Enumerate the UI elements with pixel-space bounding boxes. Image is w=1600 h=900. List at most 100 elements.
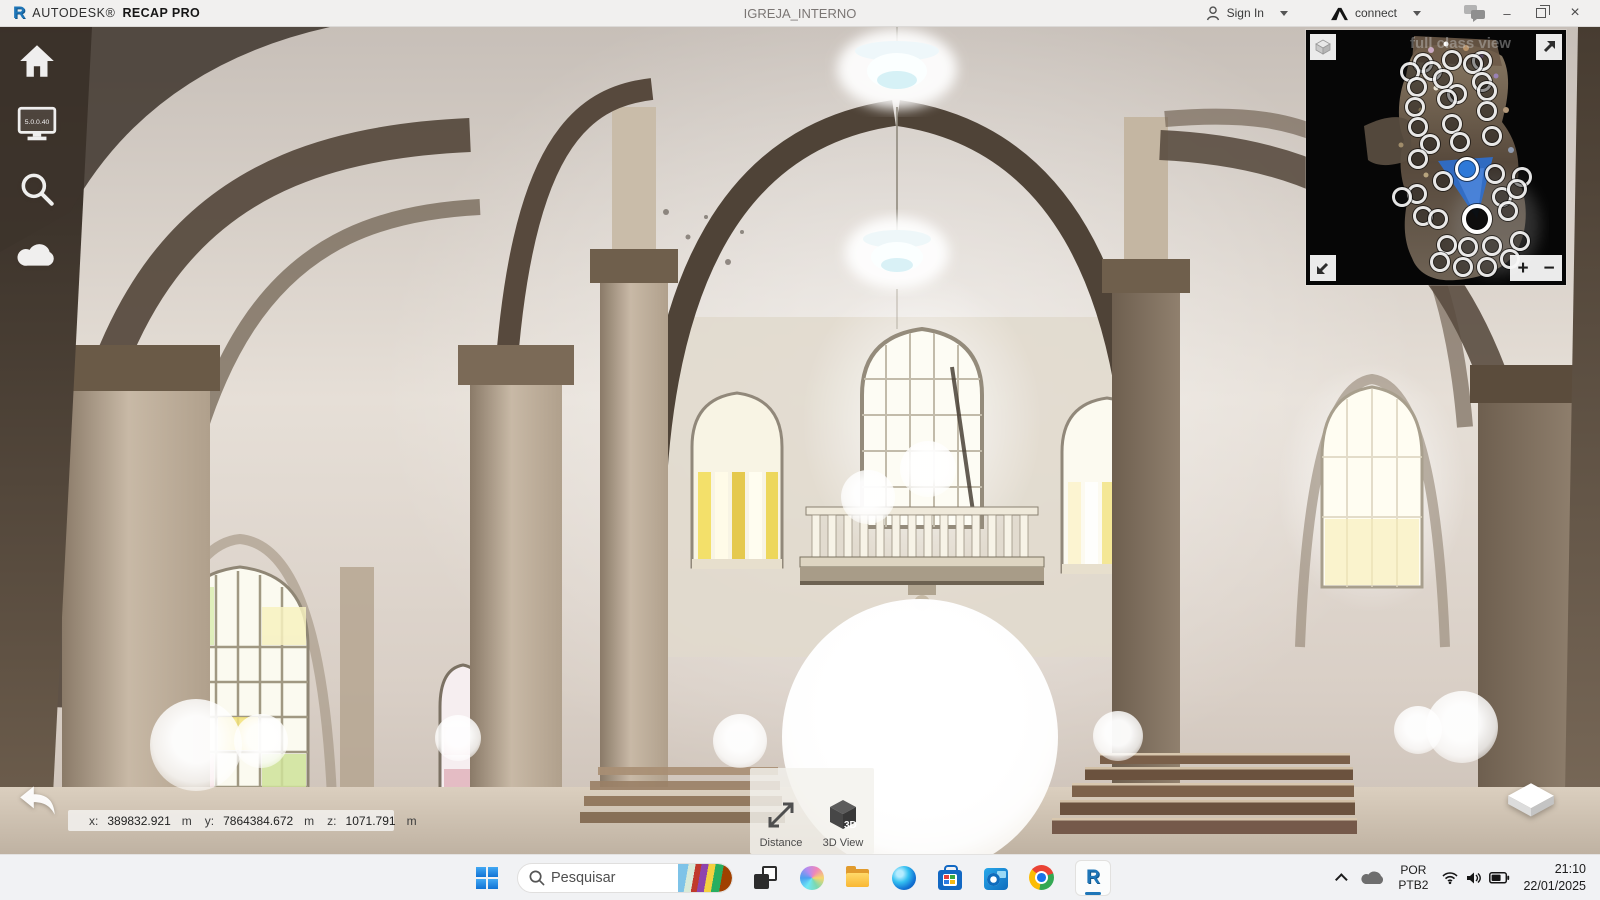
scan-marker[interactable] xyxy=(1442,114,1462,134)
minimap-zoom-in-button[interactable]: + xyxy=(1517,259,1528,278)
edge-button[interactable] xyxy=(890,864,917,891)
scan-sphere[interactable] xyxy=(841,470,895,524)
scan-marker[interactable] xyxy=(1453,257,1473,277)
search-input[interactable] xyxy=(551,870,672,886)
scan-marker[interactable] xyxy=(1405,97,1425,117)
scan-sphere[interactable] xyxy=(150,699,242,791)
search-highlight-thumbnail[interactable] xyxy=(678,864,732,892)
tray-overflow-button[interactable] xyxy=(1335,873,1348,886)
home-button[interactable] xyxy=(16,40,58,82)
recap-logo-icon: R xyxy=(13,3,25,23)
scan-marker[interactable] xyxy=(1482,126,1502,146)
start-button[interactable] xyxy=(476,867,498,889)
scan-sphere[interactable] xyxy=(1093,711,1143,761)
brand-autodesk: AUTODESK® xyxy=(32,6,115,20)
folder-icon xyxy=(846,873,869,887)
minimap-collapse-button[interactable] xyxy=(1310,255,1336,281)
wifi-icon xyxy=(1441,870,1459,885)
recap-taskbar-button[interactable]: R xyxy=(1074,859,1112,897)
scan-marker[interactable] xyxy=(1407,77,1427,97)
autodesk-logo-icon xyxy=(1330,6,1349,21)
minimap-zoom-out-button[interactable]: − xyxy=(1543,259,1554,278)
title-bar: R AUTODESK® RECAP PRO IGREJA_INTERNO Sig… xyxy=(0,0,1600,27)
close-button[interactable]: × xyxy=(1562,3,1588,23)
scan-sphere[interactable] xyxy=(435,715,481,761)
scan-marker[interactable] xyxy=(1408,149,1428,169)
copilot-button[interactable] xyxy=(798,864,825,891)
task-view-button[interactable] xyxy=(752,864,779,891)
cube-3d-icon: 3D xyxy=(824,797,862,833)
scan-marker[interactable] xyxy=(1442,50,1462,70)
scan-marker[interactable] xyxy=(1392,187,1412,207)
scan-marker[interactable] xyxy=(1510,231,1530,251)
scan-marker[interactable] xyxy=(1477,257,1497,277)
current-scan-marker[interactable] xyxy=(1462,204,1492,234)
minimize-button[interactable]: – xyxy=(1494,3,1520,23)
measure-tools-panel: Distance 3D 3D View xyxy=(750,768,874,854)
scan-marker[interactable] xyxy=(1482,236,1502,256)
scan-marker[interactable] xyxy=(1463,54,1483,74)
layers-button[interactable] xyxy=(1506,780,1556,826)
connect-button[interactable]: connect xyxy=(1330,6,1421,21)
outlook-icon xyxy=(984,868,1008,890)
chrome-button[interactable] xyxy=(1028,864,1055,891)
coord-y-value: 7864384.672 xyxy=(223,814,293,828)
view-3d-label: 3D View xyxy=(823,837,864,849)
cube-icon xyxy=(1314,38,1332,56)
expand-arrow-icon xyxy=(1540,38,1558,56)
quick-settings[interactable] xyxy=(1441,870,1510,885)
outlook-button[interactable] xyxy=(982,864,1009,891)
distance-tool-button[interactable]: Distance xyxy=(750,768,812,854)
restore-button[interactable] xyxy=(1528,3,1554,23)
connect-label: connect xyxy=(1355,6,1397,20)
view-3d-button[interactable]: 3D 3D View xyxy=(812,768,874,854)
scan-marker[interactable] xyxy=(1498,201,1518,221)
back-button[interactable] xyxy=(16,782,60,818)
taskbar-search[interactable] xyxy=(517,863,733,893)
scan-marker[interactable] xyxy=(1458,237,1478,257)
scan-marker[interactable] xyxy=(1507,179,1527,199)
minimap[interactable]: full class view xyxy=(1306,30,1566,285)
scan-marker[interactable] xyxy=(1477,81,1497,101)
minimap-expand-button[interactable] xyxy=(1536,34,1562,60)
file-explorer-button[interactable] xyxy=(844,864,871,891)
scan-marker[interactable] xyxy=(1477,101,1497,121)
coordinates-bar: x: 389832.921 m y: 7864384.672 m z: 1071… xyxy=(68,810,394,831)
scan-marker[interactable] xyxy=(1437,89,1457,109)
search-button[interactable] xyxy=(16,168,58,210)
minimap-3d-toggle-button[interactable] xyxy=(1310,34,1336,60)
scan-sphere[interactable] xyxy=(713,714,767,768)
scan-marker[interactable] xyxy=(1485,164,1505,184)
coord-y-label: y: xyxy=(205,814,214,828)
clock[interactable]: 21:10 22/01/2025 xyxy=(1523,861,1586,894)
volume-icon xyxy=(1466,871,1482,885)
tray-time: 21:10 xyxy=(1523,861,1586,877)
tray-date: 22/01/2025 xyxy=(1523,878,1586,894)
store-icon xyxy=(938,870,962,890)
scan-sphere[interactable] xyxy=(900,441,956,497)
cloud-button[interactable] xyxy=(16,232,58,274)
copilot-icon xyxy=(800,866,824,890)
coord-z-label: z: xyxy=(327,814,336,828)
scan-marker[interactable] xyxy=(1430,252,1450,272)
brand-product: RECAP PRO xyxy=(122,6,200,20)
sign-in-button[interactable]: Sign In xyxy=(1205,5,1288,21)
chevron-down-icon[interactable] xyxy=(1413,11,1421,16)
language-indicator[interactable]: POR PTB2 xyxy=(1398,863,1428,893)
feedback-chat-icon[interactable] xyxy=(1463,4,1486,22)
coord-x-label: x: xyxy=(89,814,98,828)
selected-scan-marker[interactable] xyxy=(1455,157,1479,181)
coord-z-value: 1071.791 xyxy=(346,814,396,828)
onedrive-icon[interactable] xyxy=(1361,870,1385,885)
scan-marker[interactable] xyxy=(1433,171,1453,191)
scan-sphere[interactable] xyxy=(1426,691,1498,763)
scan-marker[interactable] xyxy=(1450,132,1470,152)
microsoft-store-button[interactable] xyxy=(936,864,963,891)
coord-x-value: 389832.921 xyxy=(107,814,170,828)
chevron-down-icon[interactable] xyxy=(1280,11,1288,16)
distance-icon xyxy=(763,797,799,833)
scan-marker[interactable] xyxy=(1428,209,1448,229)
edge-icon xyxy=(892,866,916,890)
display-version-button[interactable]: 5.0.0.40 xyxy=(16,103,58,145)
scan-sphere[interactable] xyxy=(234,714,288,768)
